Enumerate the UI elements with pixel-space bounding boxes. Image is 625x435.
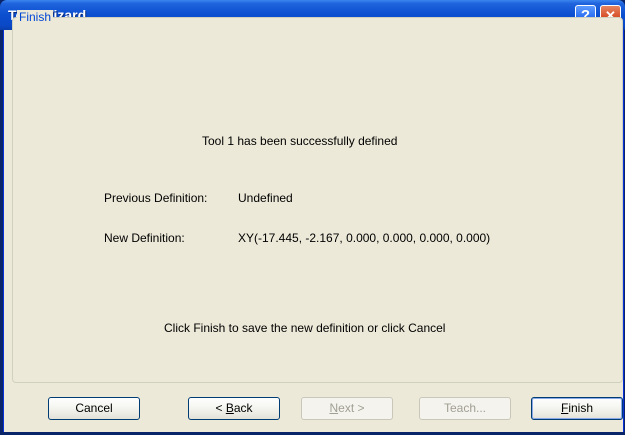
new-definition-value: XY(-17.445, -2.167, 0.000, 0.000, 0.000,… <box>238 231 491 245</box>
previous-definition-label: Previous Definition: <box>104 191 208 205</box>
previous-definition-value: Undefined <box>238 191 293 205</box>
back-button-label: ack <box>233 401 253 415</box>
success-message: Tool 1 has been successfully defined <box>202 134 398 148</box>
new-definition-label: New Definition: <box>104 231 185 245</box>
teach-button[interactable]: Teach... <box>419 397 511 420</box>
next-button[interactable]: Next > <box>301 397 393 420</box>
cancel-button-label: Cancel <box>75 401 113 415</box>
back-button-accesskey: B <box>225 401 234 415</box>
back-button-prefix: < <box>215 401 226 415</box>
next-button-label: ext > <box>338 401 365 415</box>
back-button[interactable]: < Back <box>188 397 280 420</box>
finish-button[interactable]: Finish <box>531 397 623 420</box>
group-label: Finish <box>17 10 54 24</box>
teach-button-label: Teach... <box>443 401 487 415</box>
cancel-button[interactable]: Cancel <box>48 397 140 420</box>
instruction-text: Click Finish to save the new definition … <box>164 321 446 335</box>
finish-button-label: inish <box>568 401 594 415</box>
next-button-accesskey: N <box>329 401 339 415</box>
